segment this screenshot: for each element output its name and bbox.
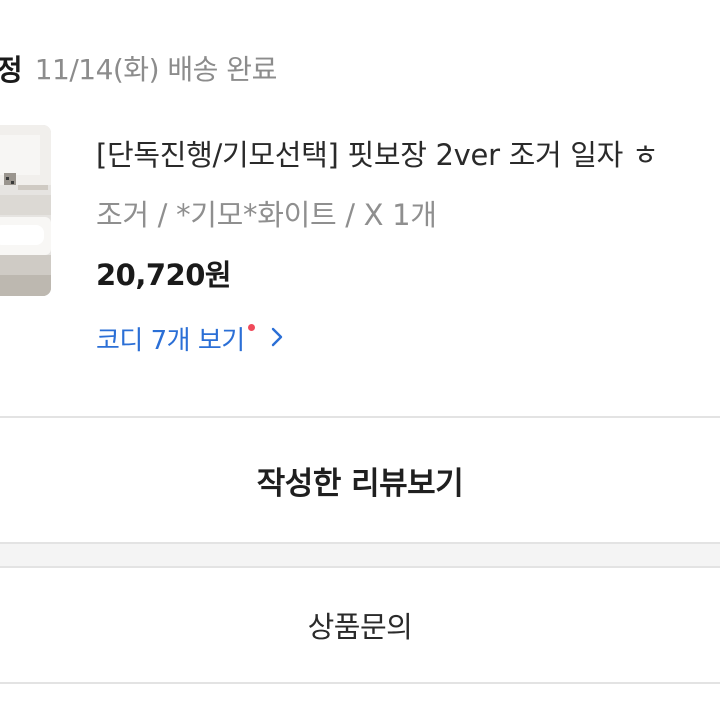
product-thumbnail[interactable] bbox=[0, 125, 51, 296]
order-status-label: 정 bbox=[0, 53, 23, 87]
product-name[interactable]: [단독진행/기모선택] 핏보장 2ver 조거 일자 ㅎ bbox=[96, 132, 659, 174]
codi-link-label: 코디 7개 보기 bbox=[96, 326, 245, 356]
product-price: 20,720원 bbox=[96, 258, 232, 292]
new-notification-dot bbox=[247, 324, 255, 331]
product-option: 조거 / *기모*화이트 / X 1개 bbox=[96, 198, 437, 232]
order-header: 정 11/14(화) 배송 완료 bbox=[0, 46, 277, 90]
view-written-review-button[interactable]: 작성한 리뷰보기 bbox=[0, 418, 720, 542]
section-gap bbox=[0, 544, 720, 566]
codi-view-link[interactable]: 코디 7개 보기 bbox=[96, 320, 283, 357]
product-inquiry-button[interactable]: 상품문의 bbox=[0, 568, 720, 682]
divider bbox=[0, 682, 720, 684]
delivery-status-text: 11/14(화) 배송 완료 bbox=[34, 53, 278, 86]
product-thumbnail-image bbox=[0, 125, 51, 296]
order-item-page: 정 11/14(화) 배송 완료 [단독진행/기모선택] 핏보장 2ver 조거… bbox=[0, 0, 720, 720]
chevron-right-icon bbox=[271, 327, 283, 351]
